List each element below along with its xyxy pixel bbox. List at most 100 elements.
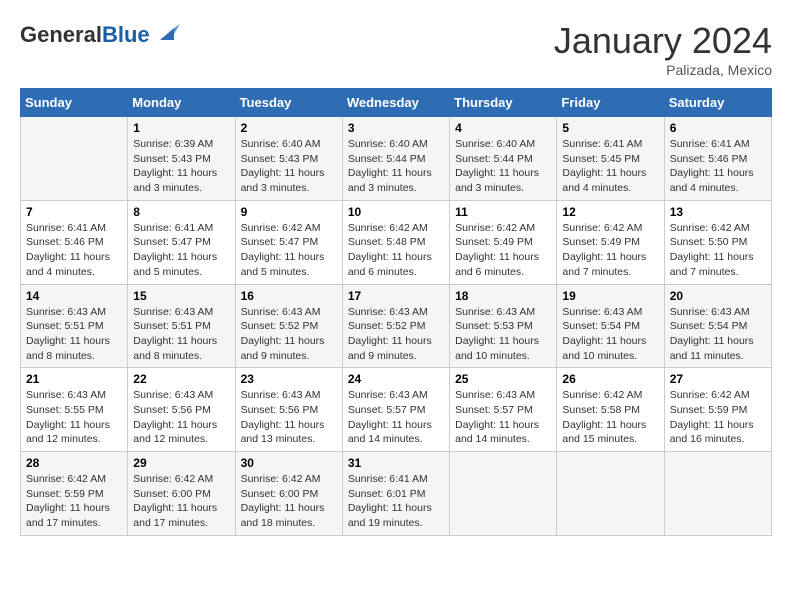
weekday-header: Wednesday [342,89,449,117]
page-header: GeneralBlue January 2024 Palizada, Mexic… [20,20,772,78]
day-number: 3 [348,121,444,135]
calendar-cell: 22Sunrise: 6:43 AMSunset: 5:56 PMDayligh… [128,368,235,452]
calendar-cell: 24 Sunrise: 6:43 AMSunset: 5:57 PMDayligh… [342,368,449,452]
month-title: January 2024 [554,20,772,62]
calendar-week-row: 28 Sunrise: 6:42 AMSunset: 5:59 PMDayligh… [21,452,772,536]
day-number: 25 [455,372,551,386]
day-info: Sunrise: 6:43 AMSunset: 5:53 PMDaylight:… [455,305,551,364]
calendar-week-row: 7Sunrise: 6:41 AMSunset: 5:46 PMDaylight… [21,200,772,284]
day-number: 23 [241,372,337,386]
day-info: Sunrise: 6:43 AMSunset: 5:56 PMDaylight:… [241,388,337,447]
calendar-cell: 28 Sunrise: 6:42 AMSunset: 5:59 PMDayligh… [21,452,128,536]
day-info: Sunrise: 6:42 AMSunset: 5:48 PMDaylight:… [348,221,444,280]
calendar-cell: 9Sunrise: 6:42 AMSunset: 5:47 PMDaylight… [235,200,342,284]
day-info: Sunrise: 6:41 AMSunset: 6:01 PMDaylight:… [348,472,444,531]
calendar-cell: 19 Sunrise: 6:43 AMSunset: 5:54 PMDayligh… [557,284,664,368]
day-info: Sunrise: 6:42 AMSunset: 5:49 PMDaylight:… [562,221,658,280]
calendar-cell: 20Sunrise: 6:43 AMSunset: 5:54 PMDayligh… [664,284,771,368]
calendar-cell: 23 Sunrise: 6:43 AMSunset: 5:56 PMDayligh… [235,368,342,452]
weekday-header: Sunday [21,89,128,117]
logo-general-text: General [20,22,102,47]
calendar-cell: 8 Sunrise: 6:41 AMSunset: 5:47 PMDaylight… [128,200,235,284]
calendar-cell: 1Sunrise: 6:39 AMSunset: 5:43 PMDaylight… [128,117,235,201]
day-number: 24 [348,372,444,386]
day-number: 2 [241,121,337,135]
day-info: Sunrise: 6:43 AMSunset: 5:52 PMDaylight:… [241,305,337,364]
calendar-cell: 27 Sunrise: 6:42 AMSunset: 5:59 PMDayligh… [664,368,771,452]
day-number: 5 [562,121,658,135]
day-number: 15 [133,289,229,303]
logo-blue-text: Blue [102,22,150,47]
day-info: Sunrise: 6:39 AMSunset: 5:43 PMDaylight:… [133,137,229,196]
day-number: 31 [348,456,444,470]
day-info: Sunrise: 6:43 AMSunset: 5:51 PMDaylight:… [26,305,122,364]
calendar-week-row: 21Sunrise: 6:43 AMSunset: 5:55 PMDayligh… [21,368,772,452]
day-number: 4 [455,121,551,135]
day-number: 28 [26,456,122,470]
calendar-cell: 21Sunrise: 6:43 AMSunset: 5:55 PMDayligh… [21,368,128,452]
calendar-cell: 30Sunrise: 6:42 AMSunset: 6:00 PMDayligh… [235,452,342,536]
day-info: Sunrise: 6:43 AMSunset: 5:57 PMDaylight:… [348,388,444,447]
day-info: Sunrise: 6:43 AMSunset: 5:57 PMDaylight:… [455,388,551,447]
calendar-table: SundayMondayTuesdayWednesdayThursdayFrid… [20,88,772,536]
calendar-cell: 2 Sunrise: 6:40 AMSunset: 5:43 PMDaylight… [235,117,342,201]
calendar-cell: 14 Sunrise: 6:43 AMSunset: 5:51 PMDayligh… [21,284,128,368]
calendar-cell: 17 Sunrise: 6:43 AMSunset: 5:52 PMDayligh… [342,284,449,368]
weekday-header: Friday [557,89,664,117]
day-info: Sunrise: 6:41 AMSunset: 5:47 PMDaylight:… [133,221,229,280]
weekday-header: Monday [128,89,235,117]
day-info: Sunrise: 6:42 AMSunset: 5:49 PMDaylight:… [455,221,551,280]
day-number: 22 [133,372,229,386]
calendar-cell: 16 Sunrise: 6:43 AMSunset: 5:52 PMDayligh… [235,284,342,368]
calendar-cell [557,452,664,536]
weekday-header: Thursday [450,89,557,117]
header-row: SundayMondayTuesdayWednesdayThursdayFrid… [21,89,772,117]
calendar-cell: 11 Sunrise: 6:42 AMSunset: 5:49 PMDayligh… [450,200,557,284]
day-info: Sunrise: 6:42 AMSunset: 5:59 PMDaylight:… [670,388,766,447]
calendar-cell: 25 Sunrise: 6:43 AMSunset: 5:57 PMDayligh… [450,368,557,452]
logo-icon [152,20,182,50]
day-number: 16 [241,289,337,303]
day-number: 12 [562,205,658,219]
location: Palizada, Mexico [554,62,772,78]
day-info: Sunrise: 6:42 AMSunset: 5:59 PMDaylight:… [26,472,122,531]
calendar-week-row: 1Sunrise: 6:39 AMSunset: 5:43 PMDaylight… [21,117,772,201]
day-number: 17 [348,289,444,303]
day-number: 29 [133,456,229,470]
calendar-cell: 18Sunrise: 6:43 AMSunset: 5:53 PMDayligh… [450,284,557,368]
calendar-cell [664,452,771,536]
day-info: Sunrise: 6:43 AMSunset: 5:52 PMDaylight:… [348,305,444,364]
calendar-cell: 26Sunrise: 6:42 AMSunset: 5:58 PMDayligh… [557,368,664,452]
day-info: Sunrise: 6:42 AMSunset: 6:00 PMDaylight:… [133,472,229,531]
calendar-cell: 6Sunrise: 6:41 AMSunset: 5:46 PMDaylight… [664,117,771,201]
calendar-cell: 13Sunrise: 6:42 AMSunset: 5:50 PMDayligh… [664,200,771,284]
day-info: Sunrise: 6:40 AMSunset: 5:43 PMDaylight:… [241,137,337,196]
day-number: 10 [348,205,444,219]
calendar-cell: 3 Sunrise: 6:40 AMSunset: 5:44 PMDaylight… [342,117,449,201]
day-number: 19 [562,289,658,303]
weekday-header: Saturday [664,89,771,117]
day-info: Sunrise: 6:41 AMSunset: 5:46 PMDaylight:… [26,221,122,280]
calendar-cell: 7Sunrise: 6:41 AMSunset: 5:46 PMDaylight… [21,200,128,284]
day-number: 13 [670,205,766,219]
day-number: 11 [455,205,551,219]
day-number: 8 [133,205,229,219]
day-number: 27 [670,372,766,386]
day-number: 26 [562,372,658,386]
calendar-cell: 31 Sunrise: 6:41 AMSunset: 6:01 PMDayligh… [342,452,449,536]
logo: GeneralBlue [20,20,182,50]
day-info: Sunrise: 6:43 AMSunset: 5:54 PMDaylight:… [562,305,658,364]
day-info: Sunrise: 6:41 AMSunset: 5:45 PMDaylight:… [562,137,658,196]
day-number: 14 [26,289,122,303]
calendar-cell [21,117,128,201]
day-info: Sunrise: 6:40 AMSunset: 5:44 PMDaylight:… [348,137,444,196]
day-info: Sunrise: 6:43 AMSunset: 5:51 PMDaylight:… [133,305,229,364]
title-block: January 2024 Palizada, Mexico [554,20,772,78]
calendar-cell: 5 Sunrise: 6:41 AMSunset: 5:45 PMDaylight… [557,117,664,201]
day-info: Sunrise: 6:43 AMSunset: 5:55 PMDaylight:… [26,388,122,447]
calendar-cell: 15 Sunrise: 6:43 AMSunset: 5:51 PMDayligh… [128,284,235,368]
calendar-cell: 29 Sunrise: 6:42 AMSunset: 6:00 PMDayligh… [128,452,235,536]
calendar-cell: 12 Sunrise: 6:42 AMSunset: 5:49 PMDayligh… [557,200,664,284]
day-info: Sunrise: 6:43 AMSunset: 5:54 PMDaylight:… [670,305,766,364]
day-info: Sunrise: 6:41 AMSunset: 5:46 PMDaylight:… [670,137,766,196]
